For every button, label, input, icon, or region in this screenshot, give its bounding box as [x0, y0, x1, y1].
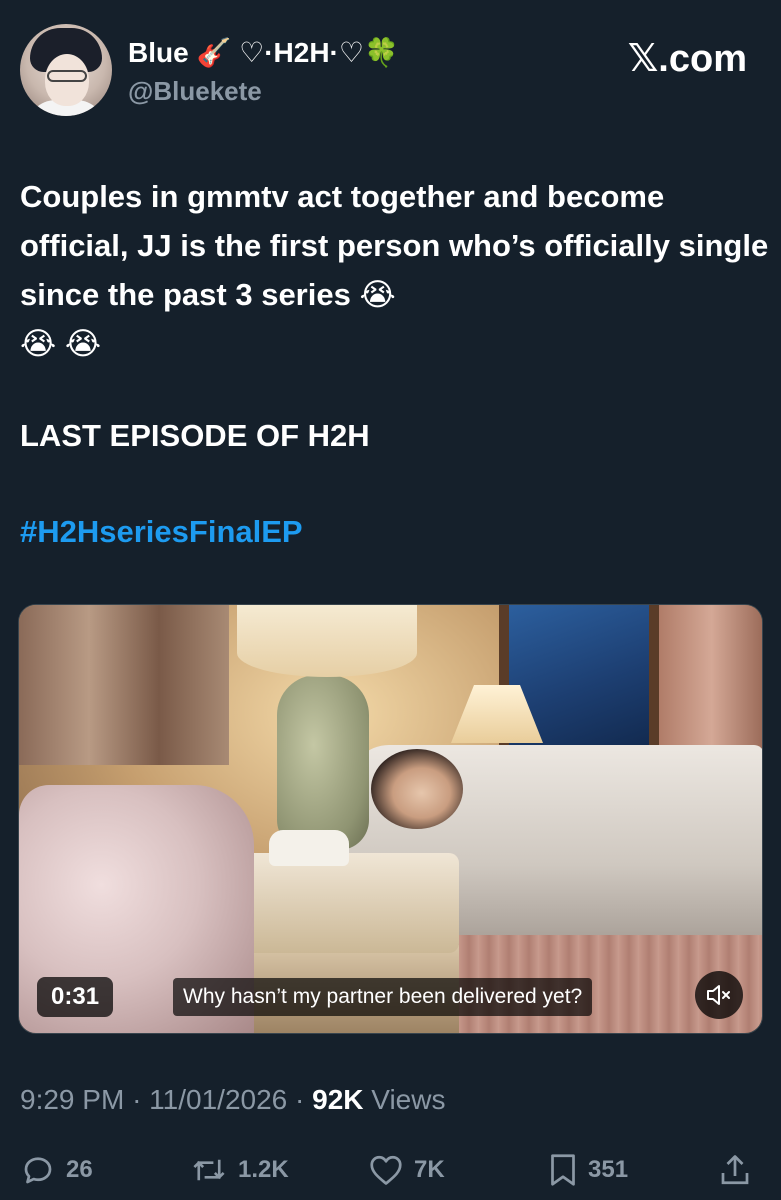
reply-button[interactable]: 26	[20, 1148, 93, 1192]
bookmark-button[interactable]: 351	[548, 1148, 628, 1192]
bookmark-icon	[551, 1154, 575, 1186]
tweet-page: Blue 🎸 ♡·H2H·♡🍀 @Bluekete 𝕏.com Couples …	[0, 0, 781, 1200]
hashtag-link[interactable]: #H2HseriesFinalEP	[20, 514, 303, 550]
video-duration-badge: 0:31	[37, 977, 114, 1017]
share-button[interactable]	[718, 1148, 752, 1192]
repost-count: 1.2K	[238, 1156, 289, 1183]
tweet-time[interactable]: 9:29 PM	[20, 1084, 124, 1115]
heart-icon	[370, 1155, 402, 1185]
mute-button[interactable]	[695, 971, 743, 1019]
tweet-headline: LAST EPISODE OF H2H	[20, 418, 370, 453]
tweet-date[interactable]: 11/01/2026	[149, 1084, 287, 1115]
tweet-meta: 9:29 PM · 11/01/2026 · 92K Views	[20, 1084, 446, 1115]
user-handle[interactable]: @Bluekete	[128, 76, 262, 107]
like-count: 7K	[414, 1156, 445, 1183]
action-bar: 26 1.2K 7K 351	[20, 1148, 761, 1192]
like-button[interactable]: 7K	[368, 1148, 445, 1192]
video-caption: Why hasn’t my partner been delivered yet…	[173, 978, 593, 1016]
share-icon	[721, 1155, 749, 1185]
speaker-muted-icon	[707, 985, 730, 1005]
repost-icon	[193, 1159, 225, 1181]
avatar[interactable]	[20, 24, 112, 116]
tweet-text: Couples in gmmtv act together and become…	[20, 179, 769, 361]
views-label: Views	[371, 1084, 446, 1115]
reply-icon	[24, 1157, 52, 1184]
display-name[interactable]: Blue 🎸 ♡·H2H·♡🍀	[128, 36, 399, 69]
repost-button[interactable]: 1.2K	[190, 1148, 289, 1192]
views-count: 92K	[312, 1084, 364, 1115]
x-logo: 𝕏.com	[627, 38, 747, 80]
reply-count: 26	[66, 1156, 93, 1183]
bookmark-count: 351	[588, 1156, 629, 1183]
video-player[interactable]: 0:31 Why hasn’t my partner been delivere…	[18, 604, 763, 1034]
